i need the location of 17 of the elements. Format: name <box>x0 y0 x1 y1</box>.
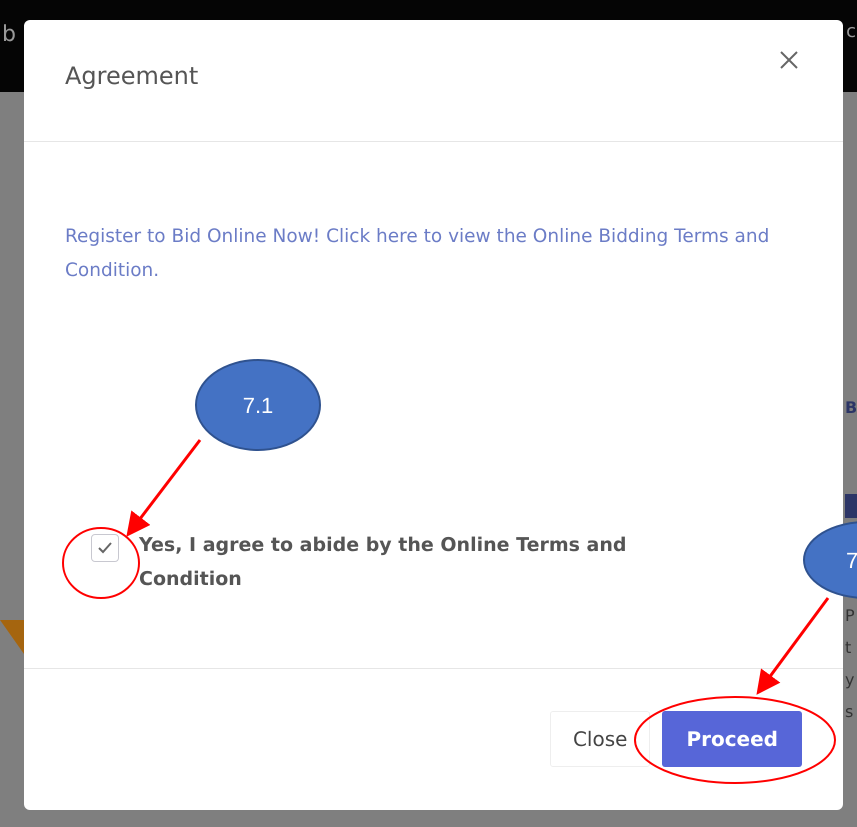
background-text-fragment: y <box>845 670 854 690</box>
background-text-fragment: t <box>845 638 852 658</box>
background-text-fragment: B <box>845 398 857 418</box>
background-text-fragment: s <box>845 702 854 722</box>
agree-checkbox[interactable] <box>91 534 119 562</box>
header-text-fragment: c <box>846 20 856 44</box>
agree-label: Yes, I agree to abide by the Online Terms and Condition <box>139 533 628 592</box>
proceed-button[interactable]: Proceed <box>662 711 802 767</box>
background-shape <box>0 620 24 654</box>
dialog-title: Agreement <box>65 62 198 91</box>
close-button[interactable]: Close <box>550 711 650 767</box>
header-text-fragment: b <box>2 21 16 49</box>
background-text-fragment: P <box>845 606 855 626</box>
callout-bubble: 7 <box>803 521 857 599</box>
check-icon <box>97 541 113 555</box>
terms-link[interactable]: Register to Bid Online Now! Click here to view the Online Bidding Terms and Condition. <box>65 220 783 288</box>
callout-bubble: 7.1 <box>195 359 321 451</box>
